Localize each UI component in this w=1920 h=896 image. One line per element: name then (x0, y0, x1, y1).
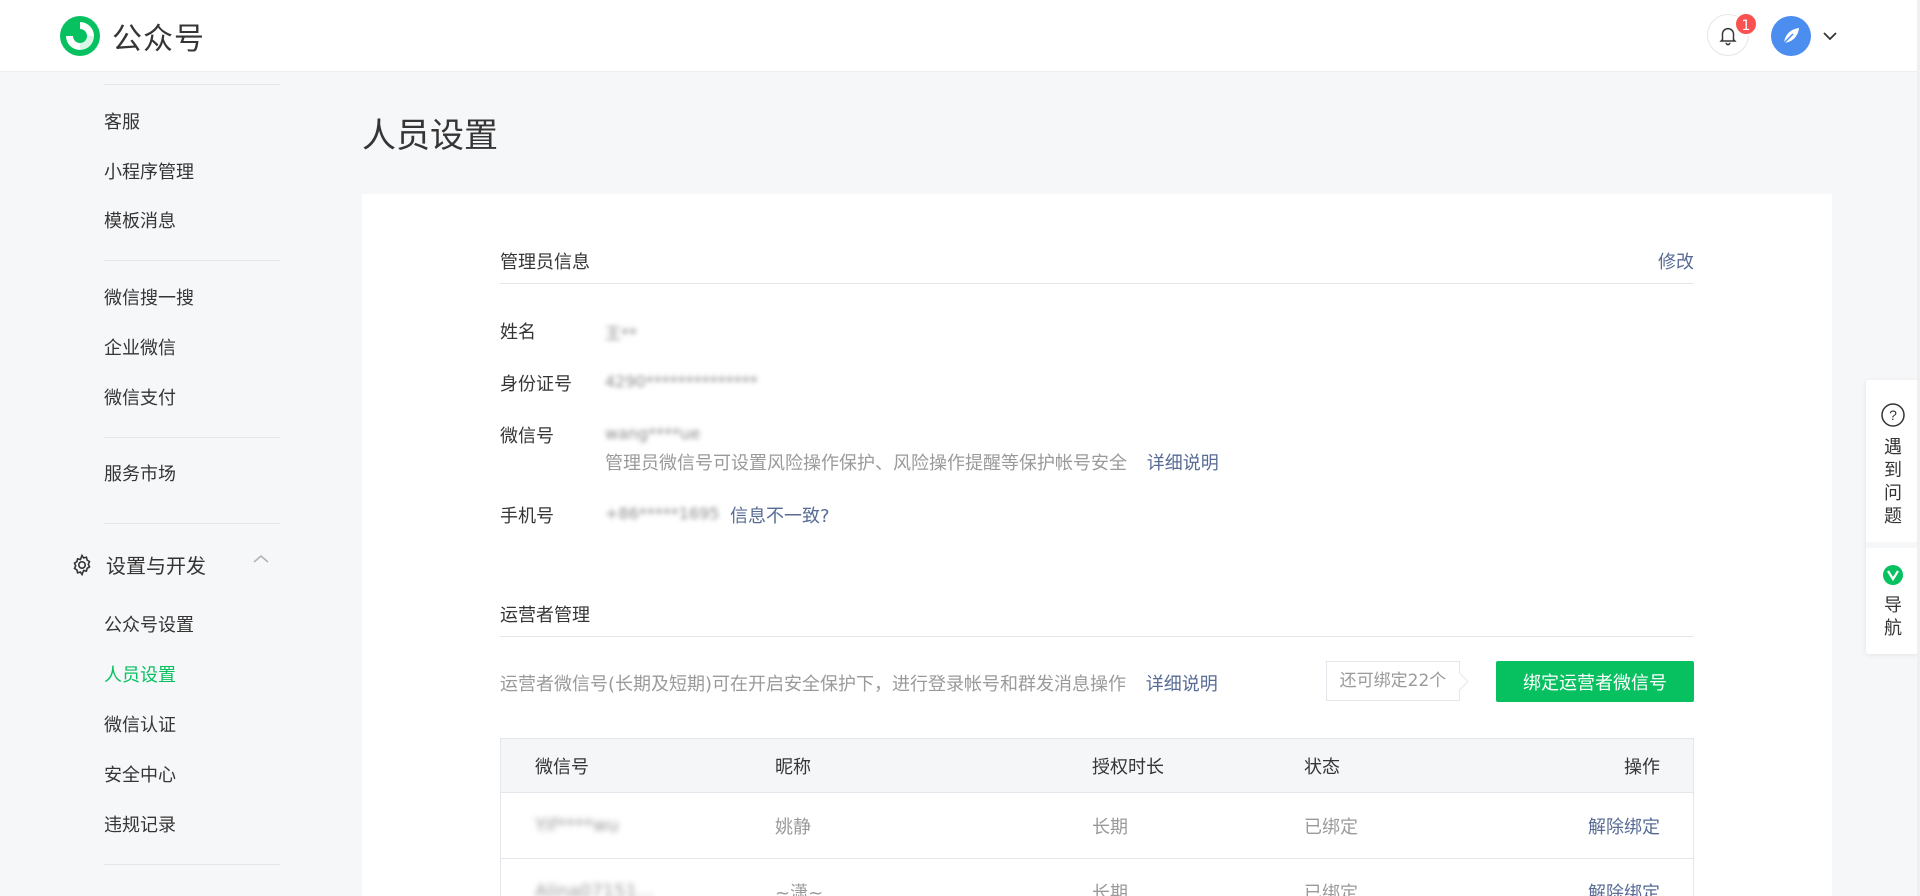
table-header: 微信号 昵称 授权时长 状态 操作 (501, 739, 1693, 793)
cell-wechat: Alina07151... (535, 881, 655, 896)
sidebar-divider (104, 437, 280, 438)
sidebar-item-customer-service[interactable]: 客服 (104, 110, 140, 136)
operators-description-text: 运营者微信号(长期及短期)可在开启安全保护下，进行登录帐号和群发消息操作 (500, 674, 1127, 695)
notification-badge: 1 (1734, 12, 1758, 36)
floating-help-panel: ? 遇到问题 导航 (1866, 380, 1920, 654)
wechat-id-hint: 管理员微信号可设置风险操作保护、风险操作提醒等保护帐号安全 详细说明 (605, 449, 1219, 475)
sidebar-divider (104, 84, 280, 85)
id-number-label: 身份证号 (500, 374, 572, 395)
unbind-link[interactable]: 解除绑定 (1588, 859, 1660, 896)
wechat-official-logo-icon (60, 16, 100, 56)
sidebar-item-security-center[interactable]: 安全中心 (104, 763, 176, 789)
sidebar-divider (104, 864, 280, 865)
table-row: Yif****wu 姚静 长期 已绑定 解除绑定 (501, 793, 1693, 859)
sidebar-group-label: 设置与开发 (106, 554, 206, 578)
section-divider (500, 283, 1694, 284)
sidebar-divider (104, 260, 280, 261)
gear-icon (73, 553, 91, 576)
sidebar-item-template-message[interactable]: 模板消息 (104, 209, 176, 235)
cell-status: 已绑定 (1304, 882, 1358, 896)
sidebar-item-wechat-pay[interactable]: 微信支付 (104, 386, 176, 412)
wechat-id-label: 微信号 (500, 426, 554, 447)
unbind-link[interactable]: 解除绑定 (1588, 793, 1660, 858)
nav-button[interactable]: 导航 (1866, 548, 1920, 654)
column-header-wechat: 微信号 (535, 756, 589, 778)
column-header-status: 状态 (1304, 756, 1340, 778)
question-circle-icon: ? (1881, 403, 1905, 427)
sidebar-group-settings[interactable]: 设置与开发 (70, 550, 206, 579)
operators-description: 运营者微信号(长期及短期)可在开启安全保护下，进行登录帐号和群发消息操作 详细说… (500, 670, 1218, 696)
section-divider (500, 636, 1694, 637)
svg-text:?: ? (1889, 407, 1897, 423)
help-label: 遇到问题 (1884, 437, 1902, 527)
wechat-detail-link[interactable]: 详细说明 (1147, 453, 1219, 474)
wechat-id-value: wang****ue (605, 424, 701, 443)
nav-label: 导航 (1884, 595, 1902, 639)
column-header-duration: 授权时长 (1092, 756, 1164, 778)
help-button[interactable]: ? 遇到问题 (1866, 380, 1920, 542)
operators-detail-link[interactable]: 详细说明 (1146, 674, 1218, 695)
column-header-nickname: 昵称 (775, 756, 811, 778)
sidebar-item-wechat-search[interactable]: 微信搜一搜 (104, 286, 194, 312)
navigation-icon (1883, 565, 1903, 585)
sidebar-item-people-settings[interactable]: 人员设置 (104, 663, 176, 689)
column-header-action: 操作 (1624, 756, 1660, 778)
sidebar-item-service-market[interactable]: 服务市场 (104, 462, 176, 488)
operators-section-title: 运营者管理 (500, 605, 590, 626)
wechat-id-hint-text: 管理员微信号可设置风险操作保护、风险操作提醒等保护帐号安全 (605, 453, 1127, 474)
sidebar-item-violation-records[interactable]: 违规记录 (104, 813, 176, 839)
cell-status: 已绑定 (1304, 816, 1358, 838)
sidebar-item-wechat-verification[interactable]: 微信认证 (104, 713, 176, 739)
cell-wechat: Yif****wu (535, 815, 619, 836)
sidebar-item-account-settings[interactable]: 公众号设置 (104, 613, 194, 639)
chevron-down-icon[interactable] (1822, 30, 1838, 42)
cell-nickname: ~潇~ (775, 882, 824, 896)
leaf-avatar-icon (1783, 28, 1799, 44)
operators-table: 微信号 昵称 授权时长 状态 操作 Yif****wu 姚静 长期 已绑定 解除… (500, 738, 1694, 896)
admin-section-title: 管理员信息 (500, 252, 590, 273)
bind-operator-button[interactable]: 绑定运营者微信号 (1496, 661, 1694, 702)
name-label: 姓名 (500, 322, 536, 343)
name-value: 王** (605, 324, 638, 343)
info-mismatch-link[interactable]: 信息不一致? (730, 502, 830, 528)
remaining-bind-count: 还可绑定22个 (1326, 661, 1460, 701)
edit-admin-link[interactable]: 修改 (1658, 248, 1694, 274)
logo[interactable]: 公众号 (58, 14, 205, 58)
cell-duration: 长期 (1092, 882, 1128, 896)
page-title: 人员设置 (362, 116, 498, 156)
phone-label: 手机号 (500, 506, 554, 527)
chevron-up-icon[interactable] (252, 553, 270, 565)
top-bar: 公众号 1 (0, 0, 1920, 72)
app-name: 公众号 (112, 22, 205, 57)
sidebar-divider (104, 523, 280, 524)
cell-duration: 长期 (1092, 816, 1128, 838)
sidebar-item-wecom[interactable]: 企业微信 (104, 336, 176, 362)
avatar[interactable] (1771, 16, 1811, 56)
cell-nickname: 姚静 (775, 816, 811, 838)
phone-value: +86*****1695 (605, 504, 720, 523)
sidebar-item-mini-program[interactable]: 小程序管理 (104, 160, 194, 186)
id-number-value: 4290************** (605, 372, 758, 391)
table-row: Alina07151... ~潇~ 长期 已绑定 解除绑定 (501, 859, 1693, 896)
